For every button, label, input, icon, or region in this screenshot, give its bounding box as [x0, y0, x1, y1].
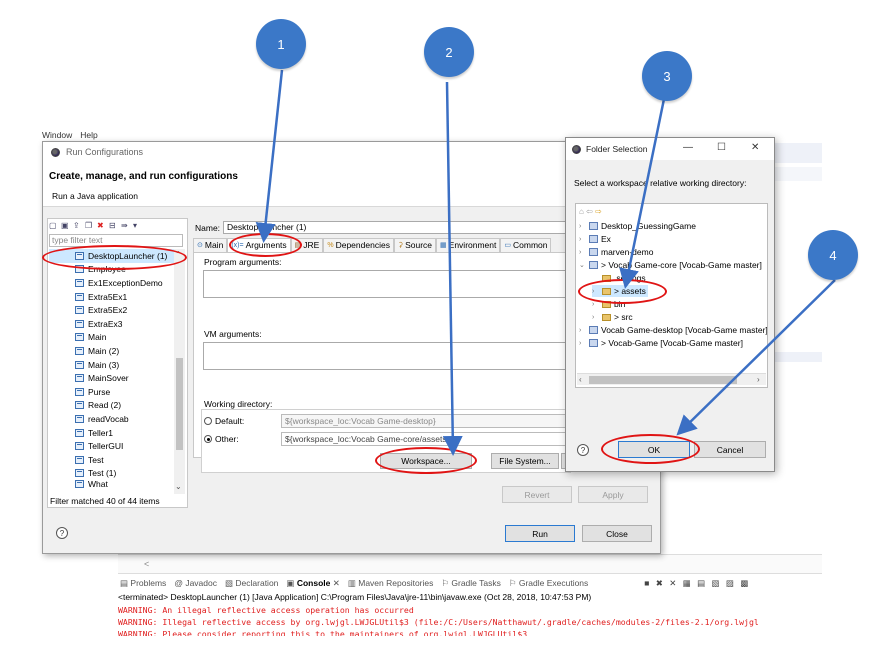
callout-2: 2: [424, 27, 474, 77]
arrow-4: [676, 279, 836, 436]
callout-1: 1: [256, 19, 306, 69]
callout-3: 3: [642, 51, 692, 101]
callout-4: 4: [808, 230, 858, 280]
arrow-3: [619, 98, 666, 289]
annotation-arrows: [255, 69, 836, 456]
arrow-2: [442, 81, 463, 456]
arrow-1: [255, 69, 284, 243]
